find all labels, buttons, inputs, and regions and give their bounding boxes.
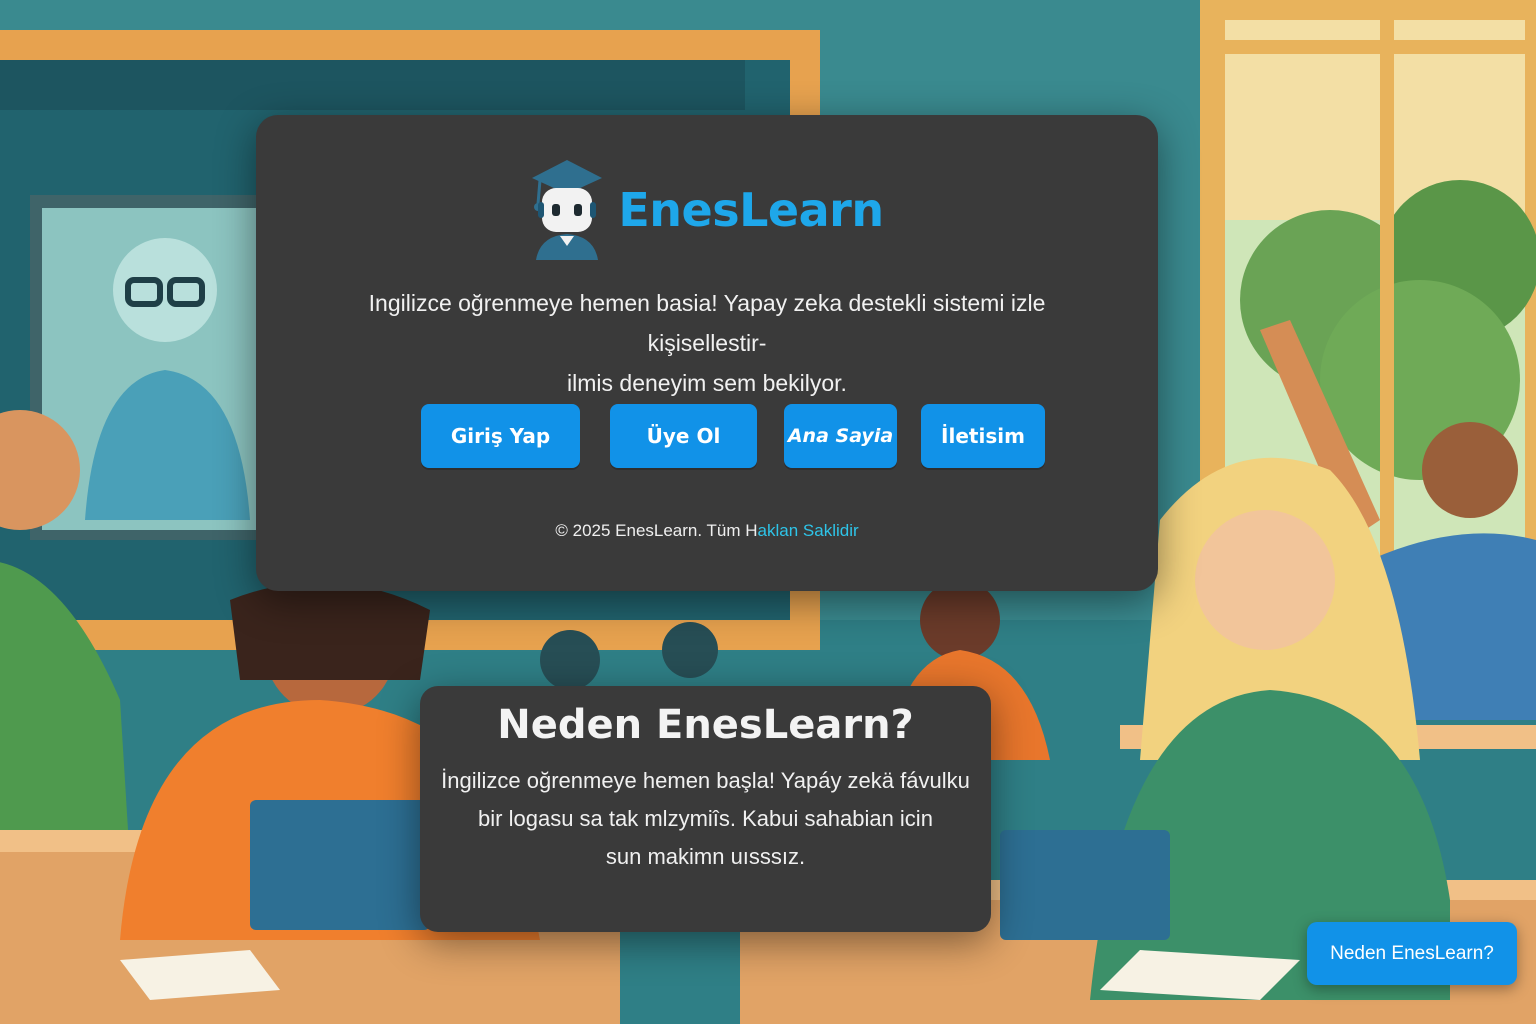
copyright-footer: © 2025 EnesLearn. Tüm Haklan Saklidir [256,521,1158,541]
intro-line-1: Ingilizce oğrenmeye hemen basia! Yapay z… [368,290,1046,356]
why-eneslearn-floating-button[interactable]: Neden EnesLearn? [1307,922,1517,985]
home-button[interactable]: Ana Sayia [784,404,897,468]
graduation-robot-icon [530,160,604,260]
brand-header: EnesLearn [256,160,1158,260]
why-description: İngilizce oğrenmeye hemen başla! Yapáy z… [440,762,971,876]
intro-line-2: ilmis deneyim sem bekilyor. [567,370,847,396]
welcome-card: EnesLearn Ingilizce oğrenmeye hemen basi… [256,115,1158,591]
why-line-3: sun makimn uısssız. [605,844,806,869]
intro-text: Ingilizce oğrenmeye hemen basia! Yapay z… [326,283,1088,403]
register-button[interactable]: Üye Ol [610,404,757,468]
copyright-highlight: aklan Saklidir [757,521,859,540]
why-line-1: İngilizce oğrenmeye hemen başla! Yapáy z… [441,768,970,793]
why-line-2: bir logasu sa tak mlzymiîs. Kabui sahabi… [478,806,933,831]
nav-buttons: Giriş Yap Üye Ol Ana Sayia İletisim [256,404,1158,468]
contact-button[interactable]: İletisim [921,404,1045,468]
copyright-text: © 2025 EnesLearn. Tüm H [555,521,758,540]
login-button[interactable]: Giriş Yap [421,404,580,468]
why-title: Neden EnesLearn? [497,702,914,748]
why-eneslearn-card: Neden EnesLearn? İngilizce oğrenmeye hem… [420,686,991,932]
brand-name: EnesLearn [618,183,884,237]
